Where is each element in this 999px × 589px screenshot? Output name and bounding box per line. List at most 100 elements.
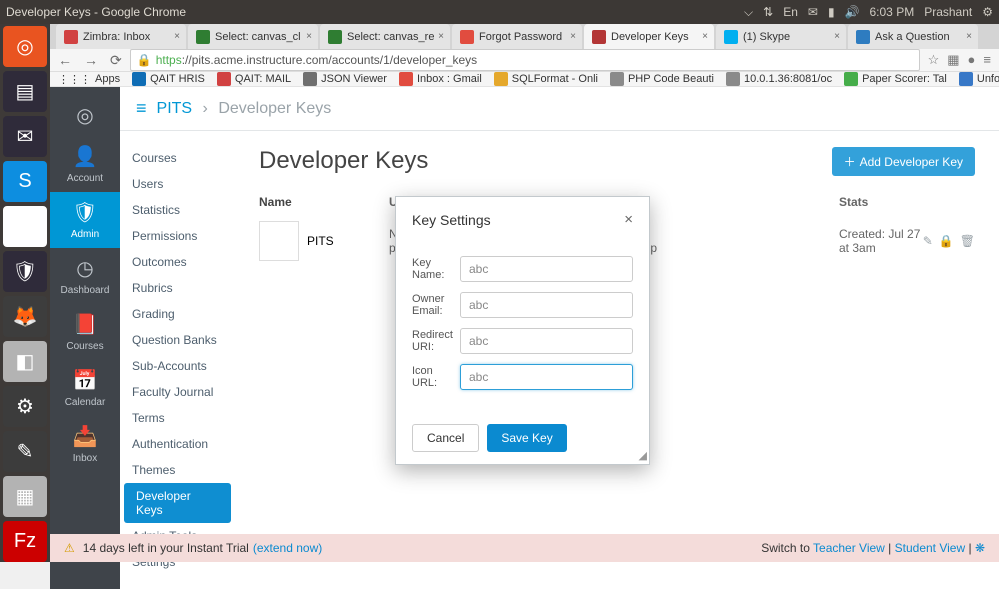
ext-icon[interactable]: ● (968, 52, 976, 68)
bookmark[interactable]: 10.0.1.36:8081/oc (726, 72, 832, 86)
edit-icon[interactable]: ✎ (923, 234, 933, 248)
nav-faculty-journal[interactable]: Faculty Journal (120, 379, 235, 405)
address-bar[interactable]: 🔒 https://pits.acme.instructure.com/acco… (130, 49, 920, 71)
bookmark[interactable]: Inbox : Gmail (399, 72, 482, 86)
browser-tab-active[interactable]: Developer Keys × (584, 24, 714, 49)
nav-users[interactable]: Users (120, 171, 235, 197)
browser-tab[interactable]: (1) Skype× (716, 24, 846, 49)
bookmark[interactable]: JSON Viewer (303, 72, 387, 86)
browser-tab[interactable]: Ask a Question× (848, 24, 978, 49)
app-icon-1[interactable]: ◧ (3, 341, 47, 382)
crumb-root[interactable]: PITS (157, 100, 193, 117)
user-menu[interactable]: Prashant (924, 5, 972, 19)
extend-link[interactable]: (extend now) (253, 541, 322, 555)
view-switcher: Switch to Teacher View | Student View | … (761, 541, 985, 555)
nav-authentication[interactable]: Authentication (120, 431, 235, 457)
close-icon[interactable]: × (966, 31, 972, 42)
nav-courses[interactable]: Courses (120, 145, 235, 171)
settings-icon[interactable]: ⚙ (3, 386, 47, 427)
nav-grading[interactable]: Grading (120, 301, 235, 327)
chrome-icon[interactable]: ◉ (3, 206, 47, 247)
gear-icon[interactable]: ⚙ (982, 5, 993, 19)
bookmark[interactable]: SQLFormat - Onli (494, 72, 598, 86)
lang-indicator[interactable]: En (783, 5, 798, 19)
student-view-link[interactable]: Student View (895, 541, 966, 555)
nav-developer-keys[interactable]: Developer Keys (124, 483, 231, 523)
hamburger-icon[interactable]: ≡ (136, 98, 147, 119)
rail-inbox[interactable]: 📥Inbox (50, 416, 120, 472)
rail-courses[interactable]: 📕Courses (50, 304, 120, 360)
firefox-icon[interactable]: 🦊 (3, 296, 47, 337)
help-icon[interactable]: ❋ (975, 541, 985, 555)
nav-statistics[interactable]: Statistics (120, 197, 235, 223)
close-icon[interactable]: × (624, 211, 633, 228)
filezilla-icon[interactable]: Fz (3, 521, 47, 562)
nav-themes[interactable]: Themes (120, 457, 235, 483)
resize-grip-icon[interactable]: ◢ (639, 449, 647, 462)
ubuntu-top-panel: Developer Keys - Google Chrome ⌵ ⇅ En ✉ … (0, 0, 999, 24)
teacher-view-link[interactable]: Teacher View (813, 541, 885, 555)
trash-icon[interactable]: 🗑 (960, 234, 975, 248)
files-icon[interactable]: ▤ (3, 71, 47, 112)
input-icon-url[interactable] (460, 364, 633, 390)
skype-icon[interactable]: S (3, 161, 47, 202)
network-icon[interactable]: ⇅ (763, 5, 773, 19)
rail-logo[interactable]: ◎ (50, 95, 120, 136)
browser-tab[interactable]: Zimbra: Inbox× (56, 24, 186, 49)
dash-icon[interactable]: ◎ (3, 26, 47, 67)
bookmark[interactable]: Unformatted API (959, 72, 999, 86)
nav-question-banks[interactable]: Question Banks (120, 327, 235, 353)
bluetooth-icon[interactable]: ⌵ (744, 5, 753, 20)
rail-admin[interactable]: 🛡Admin (50, 192, 120, 248)
nav-sub-accounts[interactable]: Sub-Accounts (120, 353, 235, 379)
menu-icon[interactable]: ≡ (983, 52, 991, 68)
nav-outcomes[interactable]: Outcomes (120, 249, 235, 275)
browser-tab[interactable]: Forgot Password× (452, 24, 582, 49)
cancel-button[interactable]: Cancel (412, 424, 479, 452)
reload-icon[interactable]: ⟳ (110, 52, 122, 69)
battery-icon[interactable]: ▮ (828, 5, 835, 19)
close-icon[interactable]: × (438, 31, 444, 42)
messages-icon[interactable]: ✉ (808, 5, 818, 19)
stats-cell: Created: Jul 27 at 3am (839, 227, 923, 255)
tab-label: Developer Keys (611, 31, 689, 43)
forward-icon[interactable]: → (84, 52, 98, 69)
lock-icon[interactable]: 🔒 (939, 234, 954, 248)
close-icon[interactable]: × (702, 31, 708, 42)
apps-icon[interactable]: ▦ (947, 52, 959, 68)
input-key-name[interactable] (460, 256, 633, 282)
browser-tab[interactable]: Select: canvas_cl× (188, 24, 318, 49)
close-icon[interactable]: × (174, 31, 180, 42)
close-icon[interactable]: × (570, 31, 576, 42)
bookmark[interactable]: Paper Scorer: Tal (844, 72, 947, 86)
tab-strip: Zimbra: Inbox× Select: canvas_cl× Select… (50, 24, 999, 49)
back-icon[interactable]: ← (58, 52, 72, 69)
bookmark[interactable]: QAIT: MAIL (217, 72, 291, 86)
clock[interactable]: 6:03 PM (870, 5, 915, 19)
app-icon-2[interactable]: ✎ (3, 431, 47, 472)
nav-rubrics[interactable]: Rubrics (120, 275, 235, 301)
nav-permissions[interactable]: Permissions (120, 223, 235, 249)
input-owner-email[interactable] (460, 292, 633, 318)
save-key-button[interactable]: Save Key (487, 424, 566, 452)
input-redirect-uri[interactable] (460, 328, 633, 354)
bookmark[interactable]: PHP Code Beauti (610, 72, 714, 86)
close-icon[interactable]: × (306, 31, 312, 42)
sound-icon[interactable]: 🔊 (845, 5, 860, 19)
close-icon[interactable]: × (834, 31, 840, 42)
row-actions: ✎ 🔒 🗑 (923, 234, 975, 248)
lock-icon: 🔒 (137, 53, 152, 67)
rail-calendar[interactable]: 📅Calendar (50, 360, 120, 416)
bookmark[interactable]: QAIT HRIS (132, 72, 205, 86)
star-icon[interactable]: ☆ (928, 52, 940, 68)
add-developer-key-button[interactable]: ＋ Add Developer Key (832, 147, 975, 176)
nav-terms[interactable]: Terms (120, 405, 235, 431)
chevron-right-icon: › (203, 100, 208, 117)
rail-account[interactable]: 👤Account (50, 136, 120, 192)
shield-icon[interactable]: 🛡 (3, 251, 47, 292)
apps-button[interactable]: ⋮⋮⋮Apps (58, 73, 120, 86)
rail-dashboard[interactable]: ◷Dashboard (50, 248, 120, 304)
app-icon-3[interactable]: ▦ (3, 476, 47, 517)
browser-tab[interactable]: Select: canvas_re× (320, 24, 450, 49)
thunderbird-icon[interactable]: ✉ (3, 116, 47, 157)
